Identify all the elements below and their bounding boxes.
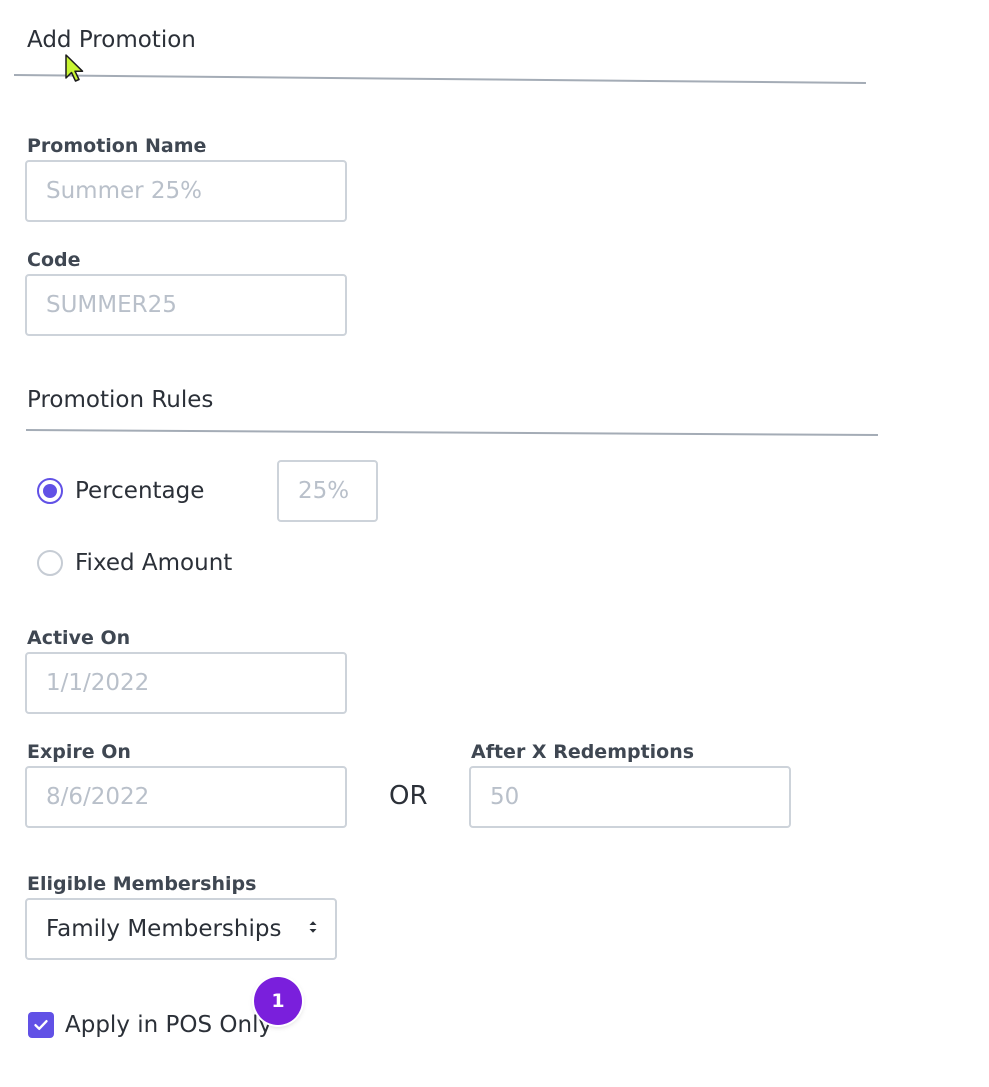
fixed-amount-label: Fixed Amount [75, 550, 233, 576]
mouse-cursor-icon [64, 54, 86, 88]
eligible-memberships-label: Eligible Memberships [27, 873, 257, 895]
or-separator: OR [389, 781, 428, 811]
after-x-redemptions-input[interactable] [469, 766, 791, 828]
percentage-radio[interactable] [37, 478, 63, 504]
active-on-label: Active On [27, 627, 131, 649]
code-label: Code [27, 249, 81, 271]
percentage-label: Percentage [75, 478, 205, 504]
percentage-value-input[interactable] [277, 460, 378, 522]
apply-in-pos-only-checkbox[interactable] [28, 1012, 54, 1038]
promotion-name-label: Promotion Name [27, 135, 207, 157]
checkmark-icon [34, 1020, 48, 1030]
promotion-name-input[interactable] [25, 160, 347, 222]
expire-on-label: Expire On [27, 741, 131, 763]
fixed-amount-radio-option[interactable]: Fixed Amount [37, 549, 232, 577]
promotion-rules-divider [25, 429, 878, 437]
add-promotion-divider [13, 74, 866, 85]
after-x-redemptions-label: After X Redemptions [471, 741, 695, 763]
eligible-memberships-select[interactable]: Family Memberships [25, 898, 337, 960]
eligible-memberships-value: Family Memberships [46, 916, 282, 942]
promotion-rules-title: Promotion Rules [27, 387, 214, 413]
select-arrows-icon [308, 919, 318, 939]
add-promotion-title: Add Promotion [27, 27, 196, 53]
fixed-amount-radio[interactable] [37, 550, 63, 576]
expire-on-input[interactable] [25, 766, 347, 828]
code-input[interactable] [25, 274, 347, 336]
active-on-input[interactable] [25, 652, 347, 714]
percentage-radio-option[interactable]: Percentage [37, 477, 204, 505]
notification-count-badge[interactable]: 1 [254, 977, 302, 1025]
apply-in-pos-only-label: Apply in POS Only [65, 1012, 273, 1038]
